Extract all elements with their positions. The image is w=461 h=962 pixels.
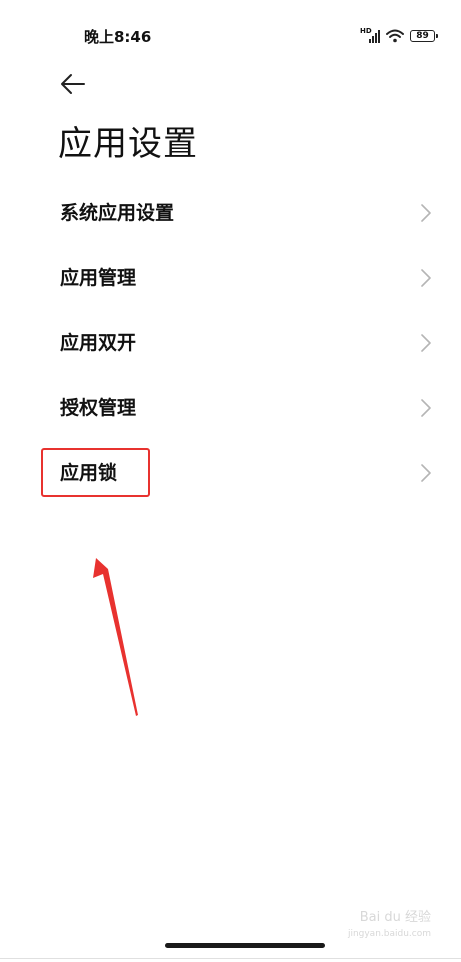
watermark: Bai du 经验 jingyan.baidu.com <box>348 910 431 942</box>
annotation-arrow-icon <box>93 558 138 716</box>
watermark-url: jingyan.baidu.com <box>347 929 431 939</box>
watermark-brand: Bai du 经验 <box>359 910 431 925</box>
home-indicator[interactable] <box>165 943 325 948</box>
bottom-divider <box>0 958 461 959</box>
